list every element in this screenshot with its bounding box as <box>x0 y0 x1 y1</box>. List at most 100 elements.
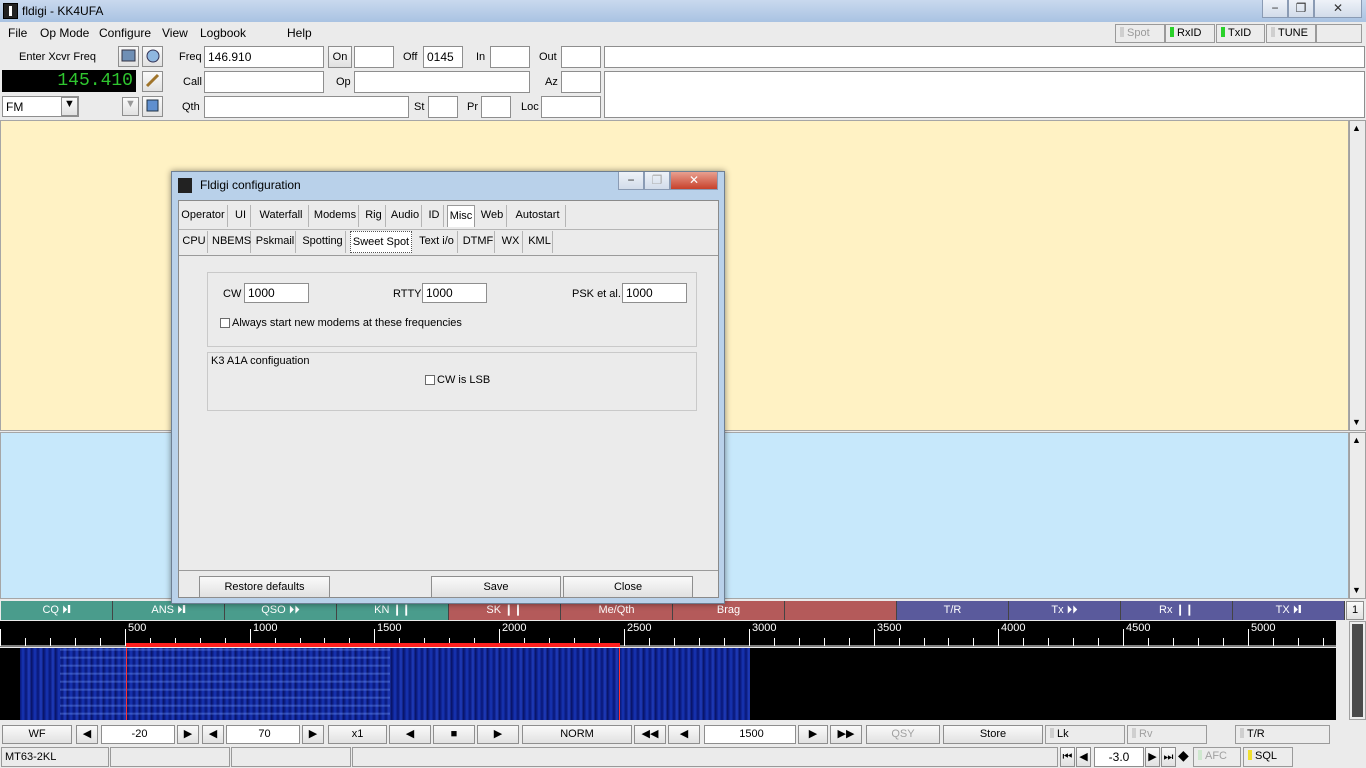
qth-field[interactable] <box>204 96 409 118</box>
range-field[interactable]: 70 <box>226 725 300 744</box>
subtab-pskmail[interactable]: Pskmail <box>255 231 296 253</box>
tab-autostart[interactable]: Autostart <box>510 205 566 227</box>
waterfall-scroll-thumb[interactable] <box>1352 624 1363 717</box>
freq-field[interactable]: 146.910 <box>204 46 324 68</box>
spot-toggle[interactable]: Spot <box>1115 24 1165 43</box>
speed-button[interactable]: NORM <box>522 725 632 744</box>
cw-sweetspot-field[interactable]: 1000 <box>244 283 309 303</box>
cw-lsb-checkbox[interactable] <box>425 375 435 385</box>
globe-button[interactable] <box>142 46 163 67</box>
minimize-button[interactable]: − <box>1262 0 1288 18</box>
carrier-fast-down-button[interactable]: ◀◀ <box>634 725 666 744</box>
macro-button[interactable]: CQ ⏵❙ <box>1 601 113 620</box>
close-dialog-button[interactable]: Close <box>563 576 693 598</box>
pr-field[interactable] <box>481 96 511 118</box>
notes-field[interactable] <box>604 46 1365 68</box>
tab-web[interactable]: Web <box>478 205 507 227</box>
macro-button[interactable]: Tx ⏵⏵ <box>1009 601 1121 620</box>
reverse-toggle[interactable]: Rv <box>1127 725 1207 744</box>
st-field[interactable] <box>428 96 458 118</box>
carrier-fast-up-button[interactable]: ▶▶ <box>830 725 862 744</box>
range-up-button[interactable]: ▶ <box>302 725 324 744</box>
tab-waterfall[interactable]: Waterfall <box>254 205 309 227</box>
loc-field[interactable] <box>541 96 601 118</box>
squelch-level-field[interactable]: -3.0 <box>1094 747 1144 767</box>
frequency-display[interactable]: 145.410 <box>2 70 136 92</box>
range-down-button[interactable]: ◀ <box>202 725 224 744</box>
macro-button[interactable]: TX ⏵❙ <box>1233 601 1345 620</box>
qso-notes-area[interactable] <box>604 71 1365 118</box>
menu-file[interactable]: File <box>8 26 27 40</box>
tune-toggle[interactable]: TUNE <box>1266 24 1316 43</box>
macro-button[interactable]: T/R <box>897 601 1009 620</box>
scroll-right-button[interactable]: ▶ <box>477 725 519 744</box>
rtty-sweetspot-field[interactable]: 1000 <box>422 283 487 303</box>
waterfall-display[interactable] <box>0 648 1336 720</box>
dialog-close-button[interactable]: ✕ <box>670 172 718 190</box>
xcvr-db-button[interactable] <box>118 46 139 67</box>
call-field[interactable] <box>204 71 324 93</box>
carrier-down-button[interactable]: ◀ <box>668 725 700 744</box>
az-field[interactable] <box>561 71 601 93</box>
subtab-nbems[interactable]: NBEMS <box>212 231 251 253</box>
subtab-spotting[interactable]: Spotting <box>300 231 346 253</box>
restore-button[interactable]: ❐ <box>1288 0 1314 18</box>
waterfall-scrollbar[interactable] <box>1349 621 1366 720</box>
store-button[interactable]: Store <box>943 725 1043 744</box>
sql-toggle[interactable]: SQL <box>1243 747 1293 767</box>
restore-defaults-button[interactable]: Restore defaults <box>199 576 330 598</box>
close-button[interactable]: ✕ <box>1314 0 1362 18</box>
tr-toggle[interactable]: T/R <box>1235 725 1330 744</box>
tab-operator[interactable]: Operator <box>179 205 228 227</box>
tab-rig[interactable]: Rig <box>362 205 386 227</box>
on-time-field[interactable] <box>354 46 394 68</box>
subtab-kml[interactable]: KML <box>527 231 553 253</box>
mode-dropdown-button[interactable]: ▼ <box>61 97 78 116</box>
subtab-cpu[interactable]: CPU <box>181 231 208 253</box>
tab-misc[interactable]: Misc <box>447 205 475 227</box>
tab-id[interactable]: ID <box>425 205 444 227</box>
subtab-sweet-spot[interactable]: Sweet Spot <box>350 231 412 253</box>
menu-view[interactable]: View <box>162 26 188 40</box>
psk-sweetspot-field[interactable]: 1000 <box>622 283 687 303</box>
macro-page-indicator[interactable]: 1 <box>1346 601 1364 620</box>
in-field[interactable] <box>490 46 530 68</box>
bw-dropdown-button[interactable]: ▼ <box>122 97 139 116</box>
dialog-minimize-button[interactable]: − <box>618 172 644 190</box>
tab-audio[interactable]: Audio <box>389 205 422 227</box>
wf-mode-button[interactable]: WF <box>2 725 72 744</box>
carrier-up-button[interactable]: ▶ <box>798 725 828 744</box>
ref-down-button[interactable]: ◀ <box>76 725 98 744</box>
spare-toggle[interactable] <box>1316 24 1362 43</box>
txid-toggle[interactable]: TxID <box>1216 24 1265 43</box>
subtab-wx[interactable]: WX <box>499 231 523 253</box>
op-field[interactable] <box>354 71 530 93</box>
zoom-button[interactable]: x1 <box>328 725 387 744</box>
afc-toggle[interactable]: AFC <box>1193 747 1241 767</box>
level-up-button[interactable]: ▶ <box>1145 747 1160 767</box>
out-field[interactable] <box>561 46 601 68</box>
clear-log-button[interactable] <box>142 71 163 92</box>
dialog-maximize-button[interactable]: ❐ <box>644 172 670 190</box>
rxid-toggle[interactable]: RxID <box>1165 24 1215 43</box>
ref-level-field[interactable]: -20 <box>101 725 175 744</box>
menu-logbook[interactable]: Logbook <box>200 26 246 40</box>
level-fast-down-button[interactable]: ⏮ <box>1060 747 1075 767</box>
qsy-button[interactable]: QSY <box>866 725 940 744</box>
subtab-text-i-o[interactable]: Text i/o <box>416 231 458 253</box>
save-button[interactable]: Save <box>431 576 561 598</box>
always-start-checkbox[interactable] <box>220 318 230 328</box>
level-fast-up-button[interactable]: ⏭ <box>1161 747 1176 767</box>
ref-up-button[interactable]: ▶ <box>177 725 199 744</box>
macro-button[interactable] <box>785 601 897 620</box>
off-time-field[interactable]: 0145 <box>423 46 463 68</box>
tx-scrollbar[interactable]: ▲ ▼ <box>1349 432 1366 599</box>
save-log-button[interactable] <box>142 96 163 117</box>
menu-help[interactable]: Help <box>287 26 312 40</box>
menu-configure[interactable]: Configure <box>99 26 151 40</box>
macro-button[interactable]: Rx ❙❙ <box>1121 601 1233 620</box>
tab-ui[interactable]: UI <box>231 205 251 227</box>
tab-modems[interactable]: Modems <box>312 205 359 227</box>
rx-scrollbar[interactable]: ▲ ▼ <box>1349 120 1366 431</box>
scroll-left-button[interactable]: ◀ <box>389 725 431 744</box>
